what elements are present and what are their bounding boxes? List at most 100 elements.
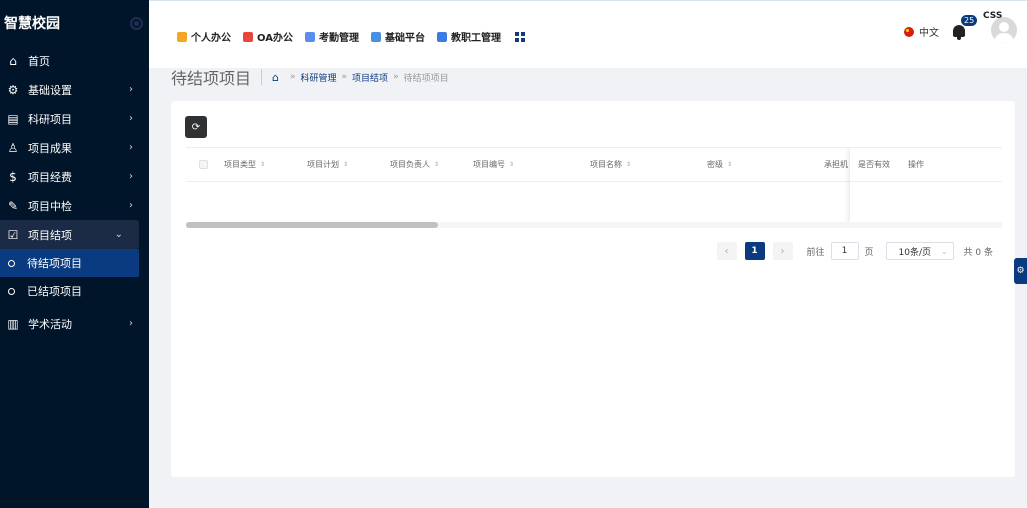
apps-grid-icon[interactable]: [514, 31, 525, 42]
breadcrumb-separator: »: [290, 72, 296, 82]
column-header-label: 承担机: [824, 160, 848, 169]
column-header[interactable]: 项目名称 ⇕: [582, 148, 699, 181]
sort-icon[interactable]: ⇕: [434, 161, 439, 168]
fixed-header: 是否有效 操作: [850, 148, 1002, 182]
breadcrumb-item[interactable]: 项目结项: [352, 71, 388, 84]
top-nav-label: 教职工管理: [450, 33, 501, 44]
sidebar-item[interactable]: $ 项目经费 ›: [0, 162, 149, 191]
column-header-label: 项目计划: [307, 160, 339, 169]
pagination: ‹ 1 › 前往 1 页 10条/页 ⌄ 共 0 条: [716, 242, 993, 260]
sidebar-menu: ⌂ 首页 ⚙ 基础设置 › ▤ 科研项目 › ♙ 项目成果 › $ 项目经费 › ✎ 项目中检 › ☑ 项目结项 ⌄ 待…: [0, 46, 149, 338]
sidebar-item-label: 基础设置: [28, 83, 72, 97]
column-header[interactable]: 密级 ⇕: [699, 148, 816, 181]
page-number[interactable]: 1: [744, 242, 765, 260]
top-right: 中文 25 CSS: [904, 11, 1017, 43]
sidebar-item-label: 项目中检: [28, 199, 72, 213]
column-header-label: 项目编号: [473, 160, 505, 169]
column-header: 操作: [908, 160, 924, 169]
top-nav-label: 个人办公: [191, 33, 231, 44]
select-all-cell: [186, 148, 216, 181]
page-title: 待结项项目: [171, 69, 252, 88]
breadcrumb-current: 待结项项目: [403, 73, 449, 84]
sidebar-item[interactable]: ⌂ 首页: [0, 46, 149, 75]
prev-page-button[interactable]: ‹: [716, 242, 737, 260]
book-icon: ▥: [7, 316, 19, 331]
column-header-label: 项目负责人: [390, 160, 430, 169]
notification-badge: 25: [960, 14, 979, 27]
chevron-right-icon: ›: [129, 84, 133, 95]
topbar: 个人办公 OA办公 考勤管理 基础平台 教职工管理 中文 25 CSS: [149, 0, 1027, 68]
breadcrumb-separator: »: [393, 72, 399, 82]
divider: [261, 69, 263, 85]
submenu-item[interactable]: 待结项项目: [0, 249, 139, 277]
top-nav-item[interactable]: 考勤管理: [304, 29, 359, 44]
chevron-right-icon: ›: [129, 142, 133, 153]
scrollbar-thumb[interactable]: [186, 222, 438, 228]
column-header[interactable]: 项目计划 ⇕: [299, 148, 382, 181]
china-flag-icon: [904, 26, 914, 37]
total-count: 共 0 条: [963, 247, 993, 258]
next-page-button[interactable]: ›: [772, 242, 793, 260]
dollar-icon: $: [9, 169, 17, 184]
chevron-right-icon: ›: [129, 171, 133, 182]
column-header[interactable]: 项目类型 ⇕: [216, 148, 299, 181]
sidebar-item[interactable]: ▤ 科研项目 ›: [0, 104, 149, 133]
language-switch[interactable]: 中文: [904, 24, 939, 39]
refresh-icon: ⟳: [191, 121, 201, 133]
avatar[interactable]: [991, 17, 1017, 43]
sort-icon[interactable]: ⇕: [343, 161, 348, 168]
home-icon[interactable]: ⌂: [272, 71, 279, 84]
home-icon: ⌂: [9, 53, 17, 68]
sidebar-item[interactable]: ▥ 学术活动 ›: [0, 309, 149, 338]
goto-page-input[interactable]: 1: [830, 242, 859, 260]
page-header: 待结项项目 ⌂ » 科研管理 » 项目结项 » 待结项项目: [171, 66, 449, 88]
chevron-right-icon: ›: [129, 318, 133, 329]
chevron-down-icon: ⌄: [114, 229, 123, 240]
sidebar-item[interactable]: ✎ 项目中检 ›: [0, 191, 149, 220]
sidebar-item[interactable]: ⚙ 基础设置 ›: [0, 75, 149, 104]
sidebar-item-label: 项目经费: [28, 170, 72, 184]
page-size-value: 10条/页: [898, 247, 932, 258]
sidebar-item-label: 科研项目: [28, 112, 72, 126]
page-size-select[interactable]: 10条/页 ⌄: [885, 242, 954, 260]
sidebar-item-label: 学术活动: [28, 317, 72, 331]
fixed-columns: 是否有效 操作: [849, 148, 1002, 227]
sidebar-item-label: 首页: [28, 54, 50, 68]
submenu-item-label: 已结项项目: [27, 285, 82, 298]
top-nav-label: 基础平台: [384, 33, 425, 44]
top-nav-item[interactable]: 教职工管理: [436, 29, 501, 44]
sort-icon[interactable]: ⇕: [626, 161, 631, 168]
top-nav: 个人办公 OA办公 考勤管理 基础平台 教职工管理: [177, 29, 525, 44]
horizontal-scrollbar[interactable]: [186, 222, 1002, 228]
sidebar-item-label: 项目成果: [28, 141, 72, 155]
sidebar: 智慧校园 ⌂ 首页 ⚙ 基础设置 › ▤ 科研项目 › ♙ 项目成果 › $ 项目经费 › ✎ 项目中检 › ☑ 项…: [0, 0, 149, 508]
column-header-label: 项目名称: [590, 160, 622, 169]
sort-icon[interactable]: ⇕: [727, 161, 732, 168]
notifications[interactable]: 25 CSS: [953, 11, 1002, 40]
page-unit-label: 页: [864, 247, 874, 258]
top-nav-item[interactable]: OA办公: [243, 29, 293, 44]
submenu-item[interactable]: 已结项项目: [0, 277, 149, 305]
data-table: 项目类型 ⇕ 项目计划 ⇕ 项目负责人 ⇕ 项目编号 ⇕ 项目名称 ⇕ 密级 ⇕ 承担机 是否有效 操作: [186, 147, 1002, 227]
sidebar-item[interactable]: ☑ 项目结项 ⌄: [0, 220, 139, 249]
breadcrumb-item[interactable]: 科研管理: [301, 71, 337, 84]
refresh-button[interactable]: ⟳: [185, 116, 207, 138]
top-nav-label: 考勤管理: [318, 33, 359, 44]
sort-icon[interactable]: ⇕: [509, 161, 514, 168]
sort-icon[interactable]: ⇕: [260, 161, 265, 168]
column-header[interactable]: 项目负责人 ⇕: [382, 148, 465, 181]
top-nav-label: OA办公: [257, 33, 293, 44]
sidebar-item[interactable]: ♙ 项目成果 ›: [0, 133, 149, 162]
top-nav-item[interactable]: 个人办公: [177, 29, 231, 44]
column-header: 是否有效: [858, 160, 890, 169]
select-all-checkbox[interactable]: [198, 160, 208, 169]
module-icon: [177, 31, 187, 42]
app-title: 智慧校园: [4, 16, 60, 32]
collapse-toggle-icon[interactable]: [130, 16, 143, 30]
column-header-label: 项目类型: [224, 160, 256, 169]
top-nav-item[interactable]: 基础平台: [370, 29, 425, 44]
bell-icon[interactable]: [953, 25, 965, 40]
column-header[interactable]: 项目编号 ⇕: [465, 148, 582, 181]
settings-float-button[interactable]: ⚙: [1014, 258, 1027, 284]
module-icon: [370, 31, 381, 42]
